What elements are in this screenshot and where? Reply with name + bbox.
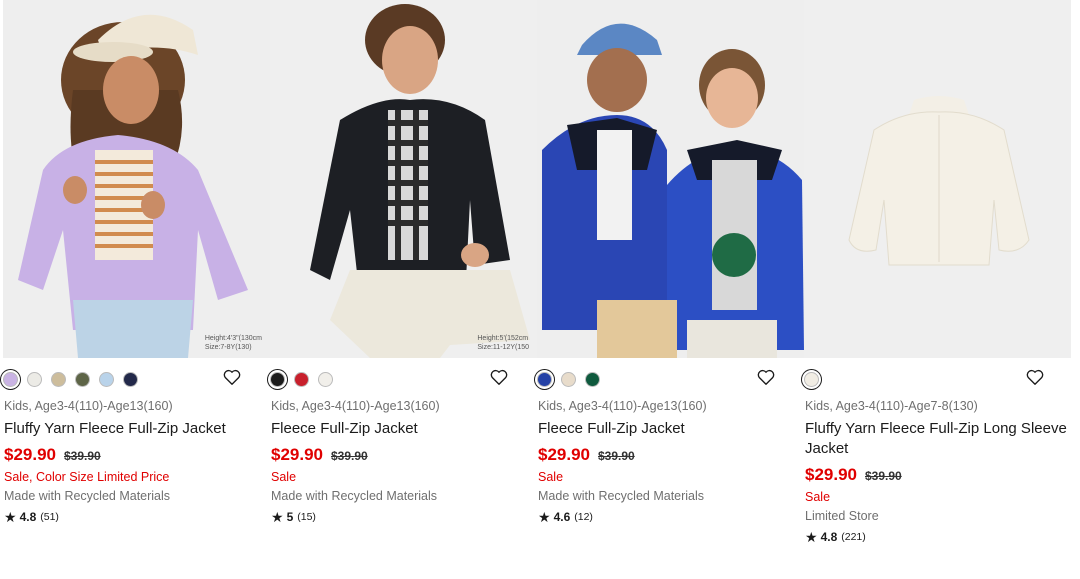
product-photo-kids-blue-fleece (537, 0, 804, 358)
color-swatches (804, 369, 828, 389)
sale-price: $29.90 (805, 465, 857, 484)
original-price: $39.90 (64, 449, 101, 463)
product-category: Kids, Age3-4(110)-Age13(160) (271, 399, 440, 413)
product-title[interactable]: Fleece Full-Zip Jacket (271, 419, 533, 439)
color-swatch[interactable] (27, 371, 42, 387)
star-icon: ★ (538, 509, 551, 525)
rating-score: 4.8 (820, 530, 838, 544)
product-category: Kids, Age3-4(110)-Age7-8(130) (805, 399, 978, 413)
original-price: $39.90 (331, 449, 368, 463)
original-price: $39.90 (865, 469, 902, 483)
review-count: (15) (297, 511, 316, 523)
sale-flag: Sale (538, 470, 564, 484)
product-photo-off-white-fleece (804, 0, 1071, 358)
review-count: (51) (40, 511, 59, 523)
product-note: Made with Recycled Materials (271, 489, 438, 503)
product-photo-boy-black-fleece (270, 0, 537, 358)
color-swatches (537, 369, 609, 389)
rating: ★ 5 (15) (271, 510, 316, 524)
product-category: Kids, Age3-4(110)-Age13(160) (538, 399, 707, 413)
product-image[interactable]: Height:4'3"(130cm Size:7-8Y(130) (3, 0, 270, 358)
rating-score: 4.8 (19, 510, 37, 524)
color-swatch[interactable] (51, 371, 66, 387)
star-icon: ★ (805, 529, 818, 545)
sale-flag: Sale (271, 470, 297, 484)
product-card[interactable]: Kids, Age3-4(110)-Age13(160) Fleece Full… (537, 0, 804, 524)
color-swatch[interactable] (99, 371, 114, 387)
color-swatch[interactable] (75, 371, 90, 387)
rating: ★ 4.6 (12) (538, 510, 593, 524)
rating: ★ 4.8 (51) (4, 510, 59, 524)
color-swatches (270, 369, 342, 389)
model-size-caption: Height:4'3"(130cm Size:7-8Y(130) (204, 335, 262, 351)
product-card[interactable]: Kids, Age3-4(110)-Age7-8(130) Fluffy Yar… (804, 0, 1071, 544)
sale-price: $29.90 (4, 445, 56, 464)
product-image[interactable] (804, 0, 1071, 358)
review-count: (12) (574, 511, 593, 523)
product-card[interactable]: Height:5'(152cm Size:11-12Y(150 Kids, Ag… (270, 0, 537, 524)
price-row: $29.90 $39.90 (271, 445, 368, 465)
heart-icon[interactable] (1026, 369, 1044, 386)
product-title[interactable]: Fluffy Yarn Fleece Full-Zip Jacket (4, 419, 266, 439)
color-swatch[interactable] (585, 371, 600, 387)
color-swatches (3, 369, 147, 389)
product-title[interactable]: Fluffy Yarn Fleece Full-Zip Long Sleeve … (805, 419, 1067, 459)
price-row: $29.90 $39.90 (538, 445, 635, 465)
sale-flag: Sale (805, 490, 831, 504)
sale-flag: Sale, Color Size Limited Price (4, 470, 170, 484)
star-icon: ★ (271, 509, 284, 525)
sale-price: $29.90 (271, 445, 323, 464)
color-swatch[interactable] (318, 371, 333, 387)
product-note: Limited Store (805, 509, 879, 523)
heart-icon[interactable] (757, 369, 775, 386)
star-icon: ★ (4, 509, 17, 525)
product-note: Made with Recycled Materials (538, 489, 705, 503)
price-row: $29.90 $39.90 (4, 445, 101, 465)
product-image[interactable] (537, 0, 804, 358)
product-grid: Height:4'3"(130cm Size:7-8Y(130) Kids, A… (0, 0, 1080, 579)
product-note: Made with Recycled Materials (4, 489, 171, 503)
rating-score: 5 (286, 510, 294, 524)
color-swatch[interactable] (3, 371, 18, 387)
heart-icon[interactable] (223, 369, 241, 386)
review-count: (221) (841, 531, 866, 543)
price-row: $29.90 $39.90 (805, 465, 902, 485)
color-swatch[interactable] (804, 371, 819, 387)
product-photo-girl-lilac-fleece (3, 0, 270, 358)
color-swatch[interactable] (270, 371, 285, 387)
heart-icon[interactable] (490, 369, 508, 386)
color-swatch[interactable] (537, 371, 552, 387)
product-image[interactable]: Height:5'(152cm Size:11-12Y(150 (270, 0, 537, 358)
rating-score: 4.6 (553, 510, 571, 524)
original-price: $39.90 (598, 449, 635, 463)
product-category: Kids, Age3-4(110)-Age13(160) (4, 399, 173, 413)
color-swatch[interactable] (294, 371, 309, 387)
model-size-caption: Height:5'(152cm Size:11-12Y(150 (477, 335, 529, 351)
product-card[interactable]: Height:4'3"(130cm Size:7-8Y(130) Kids, A… (3, 0, 270, 524)
rating: ★ 4.8 (221) (805, 530, 866, 544)
product-title[interactable]: Fleece Full-Zip Jacket (538, 419, 800, 439)
color-swatch[interactable] (123, 371, 138, 387)
color-swatch[interactable] (561, 371, 576, 387)
sale-price: $29.90 (538, 445, 590, 464)
